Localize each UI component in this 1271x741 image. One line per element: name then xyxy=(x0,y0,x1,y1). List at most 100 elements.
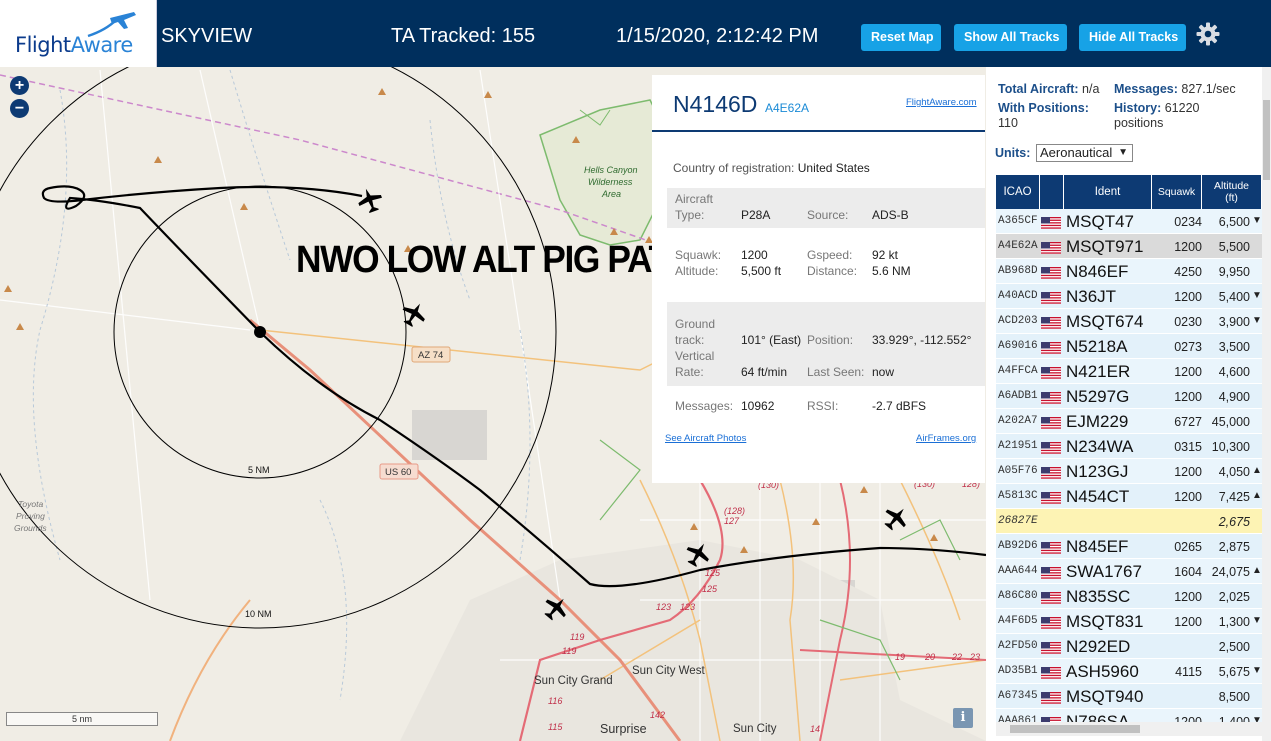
svg-text:Proving: Proving xyxy=(16,511,45,521)
row-ident: N5297G xyxy=(1066,387,1130,406)
table-row[interactable]: A4FFCA N421ER 1200 4,600 xyxy=(996,359,1262,384)
table-row[interactable]: 26827E 2,675 xyxy=(996,509,1262,534)
tracked-count: TA Tracked: 155 xyxy=(391,25,536,47)
row-icao: A40ACD xyxy=(998,290,1038,302)
us-flag-icon xyxy=(1041,241,1061,254)
reset-map-button[interactable]: Reset Map xyxy=(861,24,941,51)
us-flag-icon xyxy=(1041,541,1061,554)
table-row[interactable]: A69016 N5218A 0273 3,500 xyxy=(996,334,1262,359)
zoom-in-button[interactable]: + xyxy=(10,76,29,95)
popup-ident: N4146D xyxy=(673,91,758,117)
col-altitude[interactable]: Altitude (ft) xyxy=(1202,175,1262,209)
altitude-trend-icon: ▼ xyxy=(1252,290,1262,301)
col-flag[interactable] xyxy=(1040,175,1064,209)
table-row[interactable]: A5813C N454CT 1200 7,425 ▲ xyxy=(996,484,1262,509)
table-row[interactable]: A6ADB1 N5297G 1200 4,900 xyxy=(996,384,1262,409)
table-row[interactable]: AAA644 SWA1767 1604 24,075 ▲ xyxy=(996,559,1262,584)
row-icao: AB92D6 xyxy=(998,540,1038,552)
row-ident: N234WA xyxy=(1066,437,1134,456)
history-stat: History: 61220 xyxy=(1114,101,1200,115)
table-horizontal-scroll-thumb[interactable] xyxy=(1010,725,1140,733)
history-unit: positions xyxy=(1114,116,1164,130)
row-icao: A4E62A xyxy=(998,240,1038,252)
show-all-tracks-button[interactable]: Show All Tracks xyxy=(954,24,1067,51)
svg-text:Surprise: Surprise xyxy=(600,722,647,736)
row-altitude: 2,875 xyxy=(1218,540,1250,554)
airframes-link[interactable]: AirFrames.org xyxy=(916,433,976,444)
table-row[interactable]: AD35B1 ASH5960 4115 5,675 ▼ xyxy=(996,659,1262,684)
row-squawk: 0265 xyxy=(1174,540,1202,554)
svg-text:125: 125 xyxy=(705,568,721,578)
table-row[interactable]: A86C80 N835SC 1200 2,025 xyxy=(996,584,1262,609)
table-row[interactable]: A21951 N234WA 0315 10,300 xyxy=(996,434,1262,459)
row-squawk: 0315 xyxy=(1174,440,1202,454)
zoom-out-button[interactable]: − xyxy=(10,99,29,118)
table-row[interactable]: A67345 MSQT940 8,500 xyxy=(996,684,1262,709)
row-squawk: 1200 xyxy=(1174,390,1202,404)
row-ident: N123GJ xyxy=(1066,462,1129,481)
altitude-trend-icon: ▼ xyxy=(1252,215,1262,226)
col-ident[interactable]: Ident xyxy=(1064,175,1152,209)
svg-text:123: 123 xyxy=(680,602,695,612)
row-ident: ASH5960 xyxy=(1066,662,1139,681)
svg-text:125: 125 xyxy=(702,584,718,594)
table-row[interactable]: A4E62A MSQT971 1200 5,500 xyxy=(996,234,1262,259)
us-flag-icon xyxy=(1041,491,1061,504)
table-body: A365CF MSQT47 0234 6,500 ▼ A4E62A MSQT971 1200 5… xyxy=(996,209,1262,734)
us-flag-icon xyxy=(1041,641,1061,654)
table-row[interactable]: A365CF MSQT47 0234 6,500 ▼ xyxy=(996,209,1262,234)
ring-label-5nm: 5 NM xyxy=(248,465,270,475)
row-icao: A67345 xyxy=(998,690,1038,702)
total-aircraft-stat: Total Aircraft: n/a xyxy=(998,82,1100,96)
row-altitude: 5,500 xyxy=(1218,240,1250,254)
us-flag-icon xyxy=(1041,216,1061,229)
map-info-button[interactable]: i xyxy=(953,708,973,728)
altitude-trend-icon: ▼ xyxy=(1252,615,1262,626)
skyview-app: FlightAware SKYVIEW TA Tracked: 155 1/15… xyxy=(0,0,1271,741)
map-canvas[interactable]: 5 NM 10 NM AZ 74 US 60 Hells Canyon Wild… xyxy=(0,67,986,741)
receiver-location xyxy=(254,326,266,338)
us-flag-icon xyxy=(1041,266,1061,279)
row-icao: A365CF xyxy=(998,215,1038,227)
svg-text:116: 116 xyxy=(548,696,562,706)
row-squawk: 1200 xyxy=(1174,465,1202,479)
row-icao: A202A7 xyxy=(998,415,1038,427)
popup-hex: A4E62A xyxy=(765,101,810,115)
gear-icon[interactable] xyxy=(1196,22,1220,46)
row-ident: N835SC xyxy=(1066,587,1131,606)
flightaware-logo[interactable]: FlightAware xyxy=(0,0,157,67)
table-row[interactable]: A4F6D5 MSQT831 1200 1,300 ▼ xyxy=(996,609,1262,634)
table-row[interactable]: A2FD50 N292ED 2,500 xyxy=(996,634,1262,659)
hide-all-tracks-button[interactable]: Hide All Tracks xyxy=(1079,24,1186,51)
landuse-block xyxy=(412,410,487,460)
svg-text:Grounds: Grounds xyxy=(14,523,47,533)
table-row[interactable]: AB968D N846EF 4250 9,950 xyxy=(996,259,1262,284)
us-flag-icon xyxy=(1041,616,1061,629)
table-row[interactable]: A40ACD N36JT 1200 5,400 ▼ xyxy=(996,284,1262,309)
row-squawk: 1200 xyxy=(1174,615,1202,629)
row-altitude: 6,500 xyxy=(1218,215,1250,229)
altitude-trend-icon: ▼ xyxy=(1252,665,1262,676)
aircraft-photos-link[interactable]: See Aircraft Photos xyxy=(665,433,746,444)
table-vertical-scroll-thumb[interactable] xyxy=(1263,100,1270,180)
row-squawk: 1200 xyxy=(1174,240,1202,254)
row-icao: AD35B1 xyxy=(998,665,1038,677)
row-icao: AAA644 xyxy=(998,565,1038,577)
table-row[interactable]: AB92D6 N845EF 0265 2,875 xyxy=(996,534,1262,559)
altitude-trend-icon: ▼ xyxy=(1252,315,1262,326)
row-altitude: 4,600 xyxy=(1218,365,1250,379)
table-row[interactable]: A202A7 EJM229 6727 45,000 xyxy=(996,409,1262,434)
row-icao: A5813C xyxy=(998,490,1038,502)
svg-text:119: 119 xyxy=(570,632,584,642)
svg-text:Sun City West: Sun City West xyxy=(632,665,705,677)
table-row[interactable]: A05F76 N123GJ 1200 4,050 ▲ xyxy=(996,459,1262,484)
svg-text:Sun City Grand: Sun City Grand xyxy=(534,675,613,687)
units-select[interactable]: Aeronautical ▼ xyxy=(1036,144,1133,162)
col-icao[interactable]: ICAO xyxy=(996,175,1040,209)
svg-text:Toyota: Toyota xyxy=(18,499,43,509)
flightaware-link[interactable]: FlightAware.com xyxy=(906,97,977,108)
col-squawk[interactable]: Squawk xyxy=(1152,175,1202,209)
us-flag-icon xyxy=(1041,316,1061,329)
us-flag-icon xyxy=(1041,591,1061,604)
table-row[interactable]: ACD203 MSQT674 0230 3,900 ▼ xyxy=(996,309,1262,334)
